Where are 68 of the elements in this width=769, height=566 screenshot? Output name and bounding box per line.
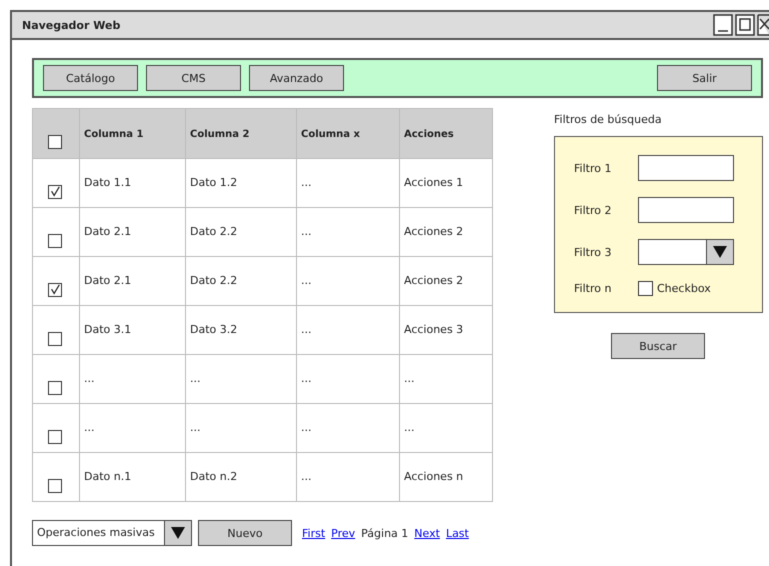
pager-link[interactable]: First bbox=[302, 526, 326, 540]
filter-input[interactable] bbox=[638, 155, 734, 181]
filter-input[interactable] bbox=[638, 197, 734, 223]
table-cell: ... bbox=[301, 372, 312, 385]
filter-dropdown[interactable] bbox=[638, 239, 734, 265]
column-header: Acciones bbox=[400, 108, 492, 158]
table-cell: ... bbox=[301, 176, 312, 189]
pager-link[interactable]: Next bbox=[414, 526, 440, 540]
checkbox[interactable] bbox=[638, 280, 653, 296]
minimize-icon[interactable] bbox=[713, 14, 733, 36]
table-cell: Acciones 2 bbox=[404, 225, 464, 238]
column-header: Columna 1 bbox=[80, 108, 186, 158]
filter-label: Filtro 1 bbox=[574, 162, 612, 174]
table-cell: ... bbox=[301, 421, 312, 434]
table-cell: Acciones 3 bbox=[404, 323, 464, 336]
page-number: Página 1 bbox=[361, 526, 408, 540]
table-cell: ... bbox=[301, 323, 312, 336]
table-cell: Acciones 2 bbox=[404, 274, 464, 287]
maximize-icon[interactable] bbox=[735, 14, 755, 36]
table-cell: ... bbox=[404, 421, 414, 434]
caret-icon bbox=[712, 245, 728, 259]
pager-link[interactable]: Last bbox=[446, 526, 469, 540]
filter-label: Filtro n bbox=[574, 282, 612, 294]
table-cell: Dato 2.2 bbox=[190, 225, 238, 238]
search-button[interactable]: Buscar bbox=[611, 333, 705, 359]
checkbox[interactable] bbox=[48, 479, 62, 493]
checkbox[interactable] bbox=[48, 185, 62, 199]
close-icon[interactable] bbox=[757, 14, 769, 36]
table-cell: Dato n.1 bbox=[84, 470, 132, 483]
checkbox[interactable] bbox=[48, 234, 62, 248]
checkbox[interactable] bbox=[48, 135, 62, 149]
new-button[interactable]: Nuevo bbox=[198, 520, 292, 546]
table-cell: Dato 3.1 bbox=[84, 323, 132, 336]
filter-label: Filtro 3 bbox=[574, 246, 612, 258]
table-cell: Dato 2.1 bbox=[84, 225, 132, 238]
checkbox[interactable] bbox=[48, 283, 62, 297]
table-cell: ... bbox=[301, 225, 312, 238]
table-cell: Dato 3.2 bbox=[190, 323, 238, 336]
table-cell: ... bbox=[404, 372, 414, 385]
checkbox[interactable] bbox=[48, 430, 62, 444]
table-cell: ... bbox=[301, 274, 312, 287]
table-cell: ... bbox=[190, 421, 200, 434]
column-header: Columna 2 bbox=[186, 108, 296, 158]
table-cell: ... bbox=[84, 421, 94, 434]
table-cell: Dato 1.1 bbox=[84, 176, 132, 189]
pager-link[interactable]: Prev bbox=[331, 526, 356, 540]
table-cell: ... bbox=[301, 470, 312, 483]
table-cell: Dato 2.2 bbox=[190, 274, 238, 287]
table-cell: Acciones 1 bbox=[404, 176, 464, 189]
table-cell: Dato 2.1 bbox=[84, 274, 132, 287]
menu-button[interactable]: CMS bbox=[146, 65, 241, 91]
table-cell: Acciones n bbox=[404, 470, 464, 483]
filters-title: Filtros de búsqueda bbox=[554, 113, 663, 126]
filter-label: Filtro 2 bbox=[574, 204, 612, 216]
exit-button[interactable]: Salir bbox=[657, 65, 752, 91]
caret-icon bbox=[170, 526, 186, 540]
checkbox[interactable] bbox=[48, 332, 62, 346]
column-header: Columna x bbox=[296, 108, 400, 158]
bulk-actions-dropdown[interactable]: Operaciones masivas bbox=[32, 520, 192, 546]
checkbox-label: Checkbox bbox=[657, 282, 711, 294]
menu-button[interactable]: Avanzado bbox=[249, 65, 344, 91]
menu-button[interactable]: Catálogo bbox=[43, 65, 138, 91]
window-title: Navegador Web bbox=[22, 18, 120, 32]
checkbox[interactable] bbox=[48, 381, 62, 395]
table-cell: ... bbox=[84, 372, 94, 385]
table-cell: Dato n.2 bbox=[190, 470, 238, 483]
table-cell: Dato 1.2 bbox=[190, 176, 238, 189]
table-cell: ... bbox=[190, 372, 200, 385]
